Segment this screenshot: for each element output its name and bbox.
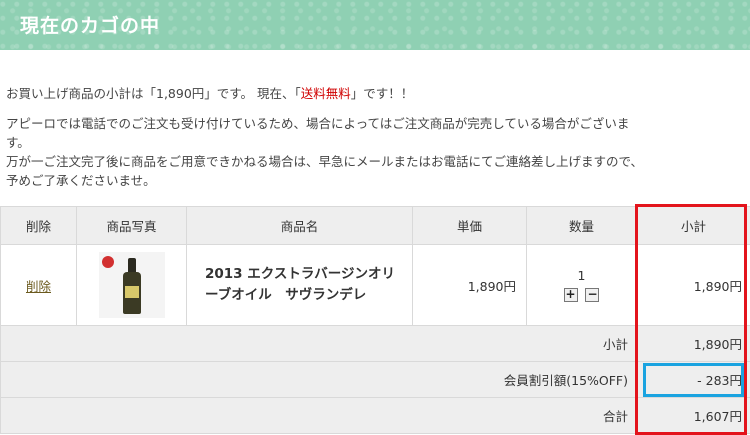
page-header-banner: 現在のカゴの中 [0, 0, 750, 50]
delete-link[interactable]: 削除 [1, 276, 76, 295]
unit-price: 1,890円 [412, 244, 527, 326]
quantity-value: 1 [577, 268, 586, 283]
subtotal-label: 小計 [0, 325, 637, 362]
notice-line-2: す。 [6, 135, 30, 150]
header-quantity: 数量 [526, 206, 637, 245]
free-shipping-text: 送料無料 [300, 86, 351, 101]
quantity-minus-button[interactable]: − [585, 288, 600, 302]
header-product-name: 商品名 [186, 206, 413, 245]
discount-value-highlight [643, 363, 744, 397]
delete-cell: 削除 [0, 244, 77, 326]
subtotal-notice-prefix: お買い上げ商品の小計は「1,890円」です。 現在、「 [6, 86, 301, 101]
subtotal-column-highlight [635, 204, 747, 435]
notice-line-4: 予めご了承くださいませ。 [6, 173, 156, 188]
product-name[interactable]: 2013 エクストラバージンオリーブオイル サヴランデレ [186, 244, 413, 326]
product-image[interactable] [98, 252, 165, 318]
page-title: 現在のカゴの中 [20, 15, 161, 37]
header-unit-price: 単価 [412, 206, 527, 245]
brand-logo-icon [101, 256, 114, 268]
subtotal-notice-suffix: 」です！！ [350, 86, 414, 101]
quantity-plus-button[interactable]: + [563, 288, 578, 302]
photo-cell [76, 244, 187, 326]
notice-line-1: アピーロでは電話でのご注文も受け付けているため、場合によってはご注文商品が完売し… [6, 116, 630, 131]
subtotal-notice: お買い上げ商品の小計は「1,890円」です。 現在、「送料無料」です！！ [6, 84, 413, 103]
header-photo: 商品写真 [76, 206, 187, 245]
discount-label: 会員割引額(15%OFF) [0, 361, 637, 398]
quantity-cell: 1 + − [526, 244, 637, 326]
header-delete: 削除 [0, 206, 77, 245]
bottle-label [124, 286, 139, 298]
notice-line-3: 万が一ご注文完了後に商品をご用意できかねる場合は、早急にメールまたはお電話にてご… [6, 154, 644, 169]
total-label: 合計 [0, 397, 637, 434]
